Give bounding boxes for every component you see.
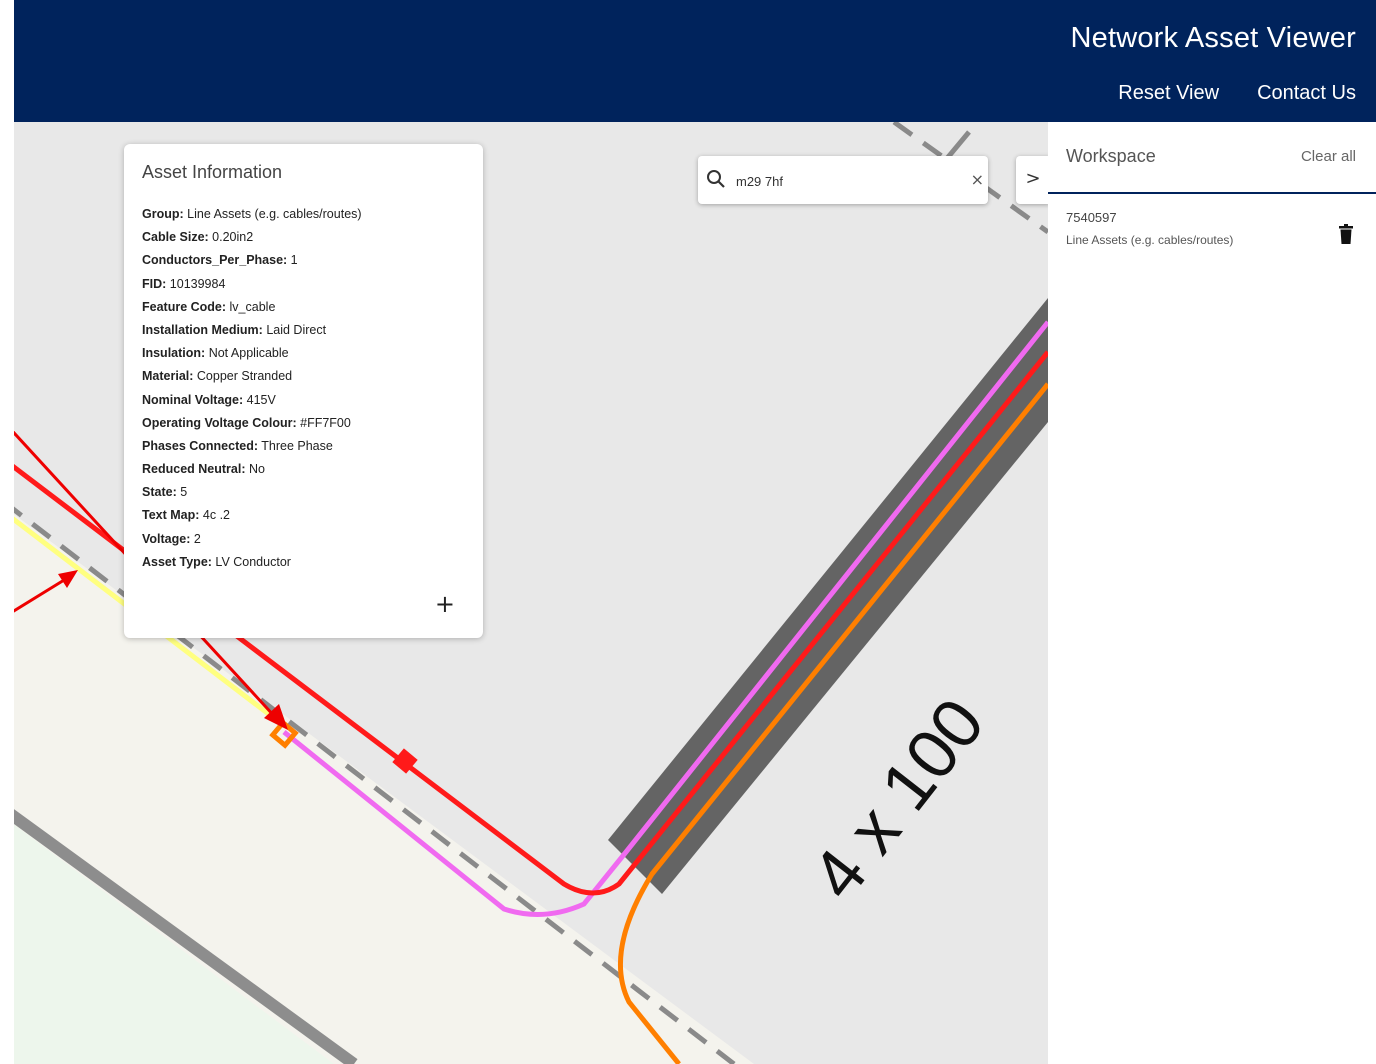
asset-property-row: Group: Line Assets (e.g. cables/routes) <box>142 205 362 228</box>
search-input[interactable] <box>734 170 948 192</box>
app-title: Network Asset Viewer <box>1070 22 1356 54</box>
asset-property-row: Asset Type: LV Conductor <box>142 553 362 576</box>
asset-property-row: Insulation: Not Applicable <box>142 344 362 367</box>
asset-property-key: Text Map: <box>142 508 200 523</box>
cable-size-label: 4 x 100 <box>796 684 999 913</box>
reset-view-link[interactable]: Reset View <box>1118 82 1219 105</box>
workspace-item-type: Line Assets (e.g. cables/routes) <box>1066 233 1234 247</box>
asset-property-key: Reduced Neutral: <box>142 462 246 477</box>
workspace-item-id: 7540597 <box>1066 210 1117 225</box>
workspace-item[interactable]: 7540597 Line Assets (e.g. cables/routes) <box>1066 210 1362 256</box>
asset-property-value: Copper Stranded <box>196 369 293 384</box>
asset-property-key: Insulation: <box>142 346 206 361</box>
asset-property-row: Installation Medium: Laid Direct <box>142 321 362 344</box>
workspace-header: Workspace Clear all <box>1048 122 1376 194</box>
asset-property-value: 2 <box>193 531 201 546</box>
workspace-title: Workspace <box>1066 146 1156 166</box>
asset-property-row: Material: Copper Stranded <box>142 367 362 390</box>
asset-property-key: State: <box>142 485 177 500</box>
asset-property-row: Conductors_Per_Phase: 1 <box>142 251 362 274</box>
asset-property-row: Text Map: 4c .2 <box>142 506 362 529</box>
asset-property-key: FID: <box>142 276 167 291</box>
trash-icon[interactable] <box>1338 224 1354 244</box>
contact-us-link[interactable]: Contact Us <box>1257 82 1356 105</box>
asset-property-key: Material: <box>142 369 194 384</box>
asset-property-row: Voltage: 2 <box>142 530 362 553</box>
asset-property-value: Three Phase <box>261 438 333 453</box>
asset-property-row: Feature Code: lv_cable <box>142 298 362 321</box>
search-box: × <box>698 156 988 204</box>
asset-property-value: 0.20in2 <box>212 230 254 245</box>
asset-property-row: Operating Voltage Colour: #FF7F00 <box>142 414 362 437</box>
asset-property-row: Cable Size: 0.20in2 <box>142 228 362 251</box>
asset-property-key: Installation Medium: <box>142 322 263 337</box>
asset-property-value: Not Applicable <box>208 346 289 361</box>
asset-property-row: State: 5 <box>142 483 362 506</box>
asset-property-value: 415V <box>246 392 276 407</box>
asset-property-key: Operating Voltage Colour: <box>142 415 297 430</box>
asset-properties-list: Group: Line Assets (e.g. cables/routes) C… <box>142 205 362 576</box>
asset-property-value: 5 <box>180 485 188 500</box>
asset-property-key: Asset Type: <box>142 554 212 569</box>
asset-property-value: Laid Direct <box>266 322 327 337</box>
asset-property-value: 10139984 <box>169 276 226 291</box>
add-to-workspace-button[interactable]: + <box>435 592 455 616</box>
asset-property-row: Nominal Voltage: 415V <box>142 391 362 414</box>
asset-property-row: Reduced Neutral: No <box>142 460 362 483</box>
asset-property-row: FID: 10139984 <box>142 275 362 298</box>
asset-property-key: Voltage: <box>142 531 191 546</box>
asset-property-key: Cable Size: <box>142 230 209 245</box>
asset-property-key: Phases Connected: <box>142 438 259 453</box>
header-nav: Reset View Contact Us <box>1118 82 1356 105</box>
asset-property-key: Conductors_Per_Phase: <box>142 253 288 268</box>
asset-property-key: Feature Code: <box>142 299 227 314</box>
asset-property-value: #FF7F00 <box>300 415 351 430</box>
asset-property-key: Group: <box>142 207 184 221</box>
search-icon[interactable] <box>706 169 726 189</box>
clear-search-icon[interactable]: × <box>971 170 984 189</box>
asset-property-value: 1 <box>290 253 298 268</box>
asset-property-value: 4c .2 <box>202 508 231 523</box>
asset-property-value: lv_cable <box>229 299 276 314</box>
asset-property-value: LV Conductor <box>215 554 291 569</box>
workspace-panel: Workspace Clear all 7540597 Line Assets … <box>1048 122 1376 1064</box>
asset-information-panel: Asset Information Group: Line Assets (e.… <box>124 144 483 638</box>
asset-property-key: Nominal Voltage: <box>142 392 244 407</box>
asset-property-row: Phases Connected: Three Phase <box>142 437 362 460</box>
app-header: Network Asset Viewer Reset View Contact … <box>14 0 1376 122</box>
expand-panel-button[interactable]: > <box>1016 156 1050 204</box>
clear-all-button[interactable]: Clear all <box>1301 148 1356 165</box>
asset-information-title: Asset Information <box>142 162 283 182</box>
asset-property-value: Line Assets (e.g. cables/routes) <box>187 207 362 221</box>
asset-property-value: No <box>248 462 265 477</box>
